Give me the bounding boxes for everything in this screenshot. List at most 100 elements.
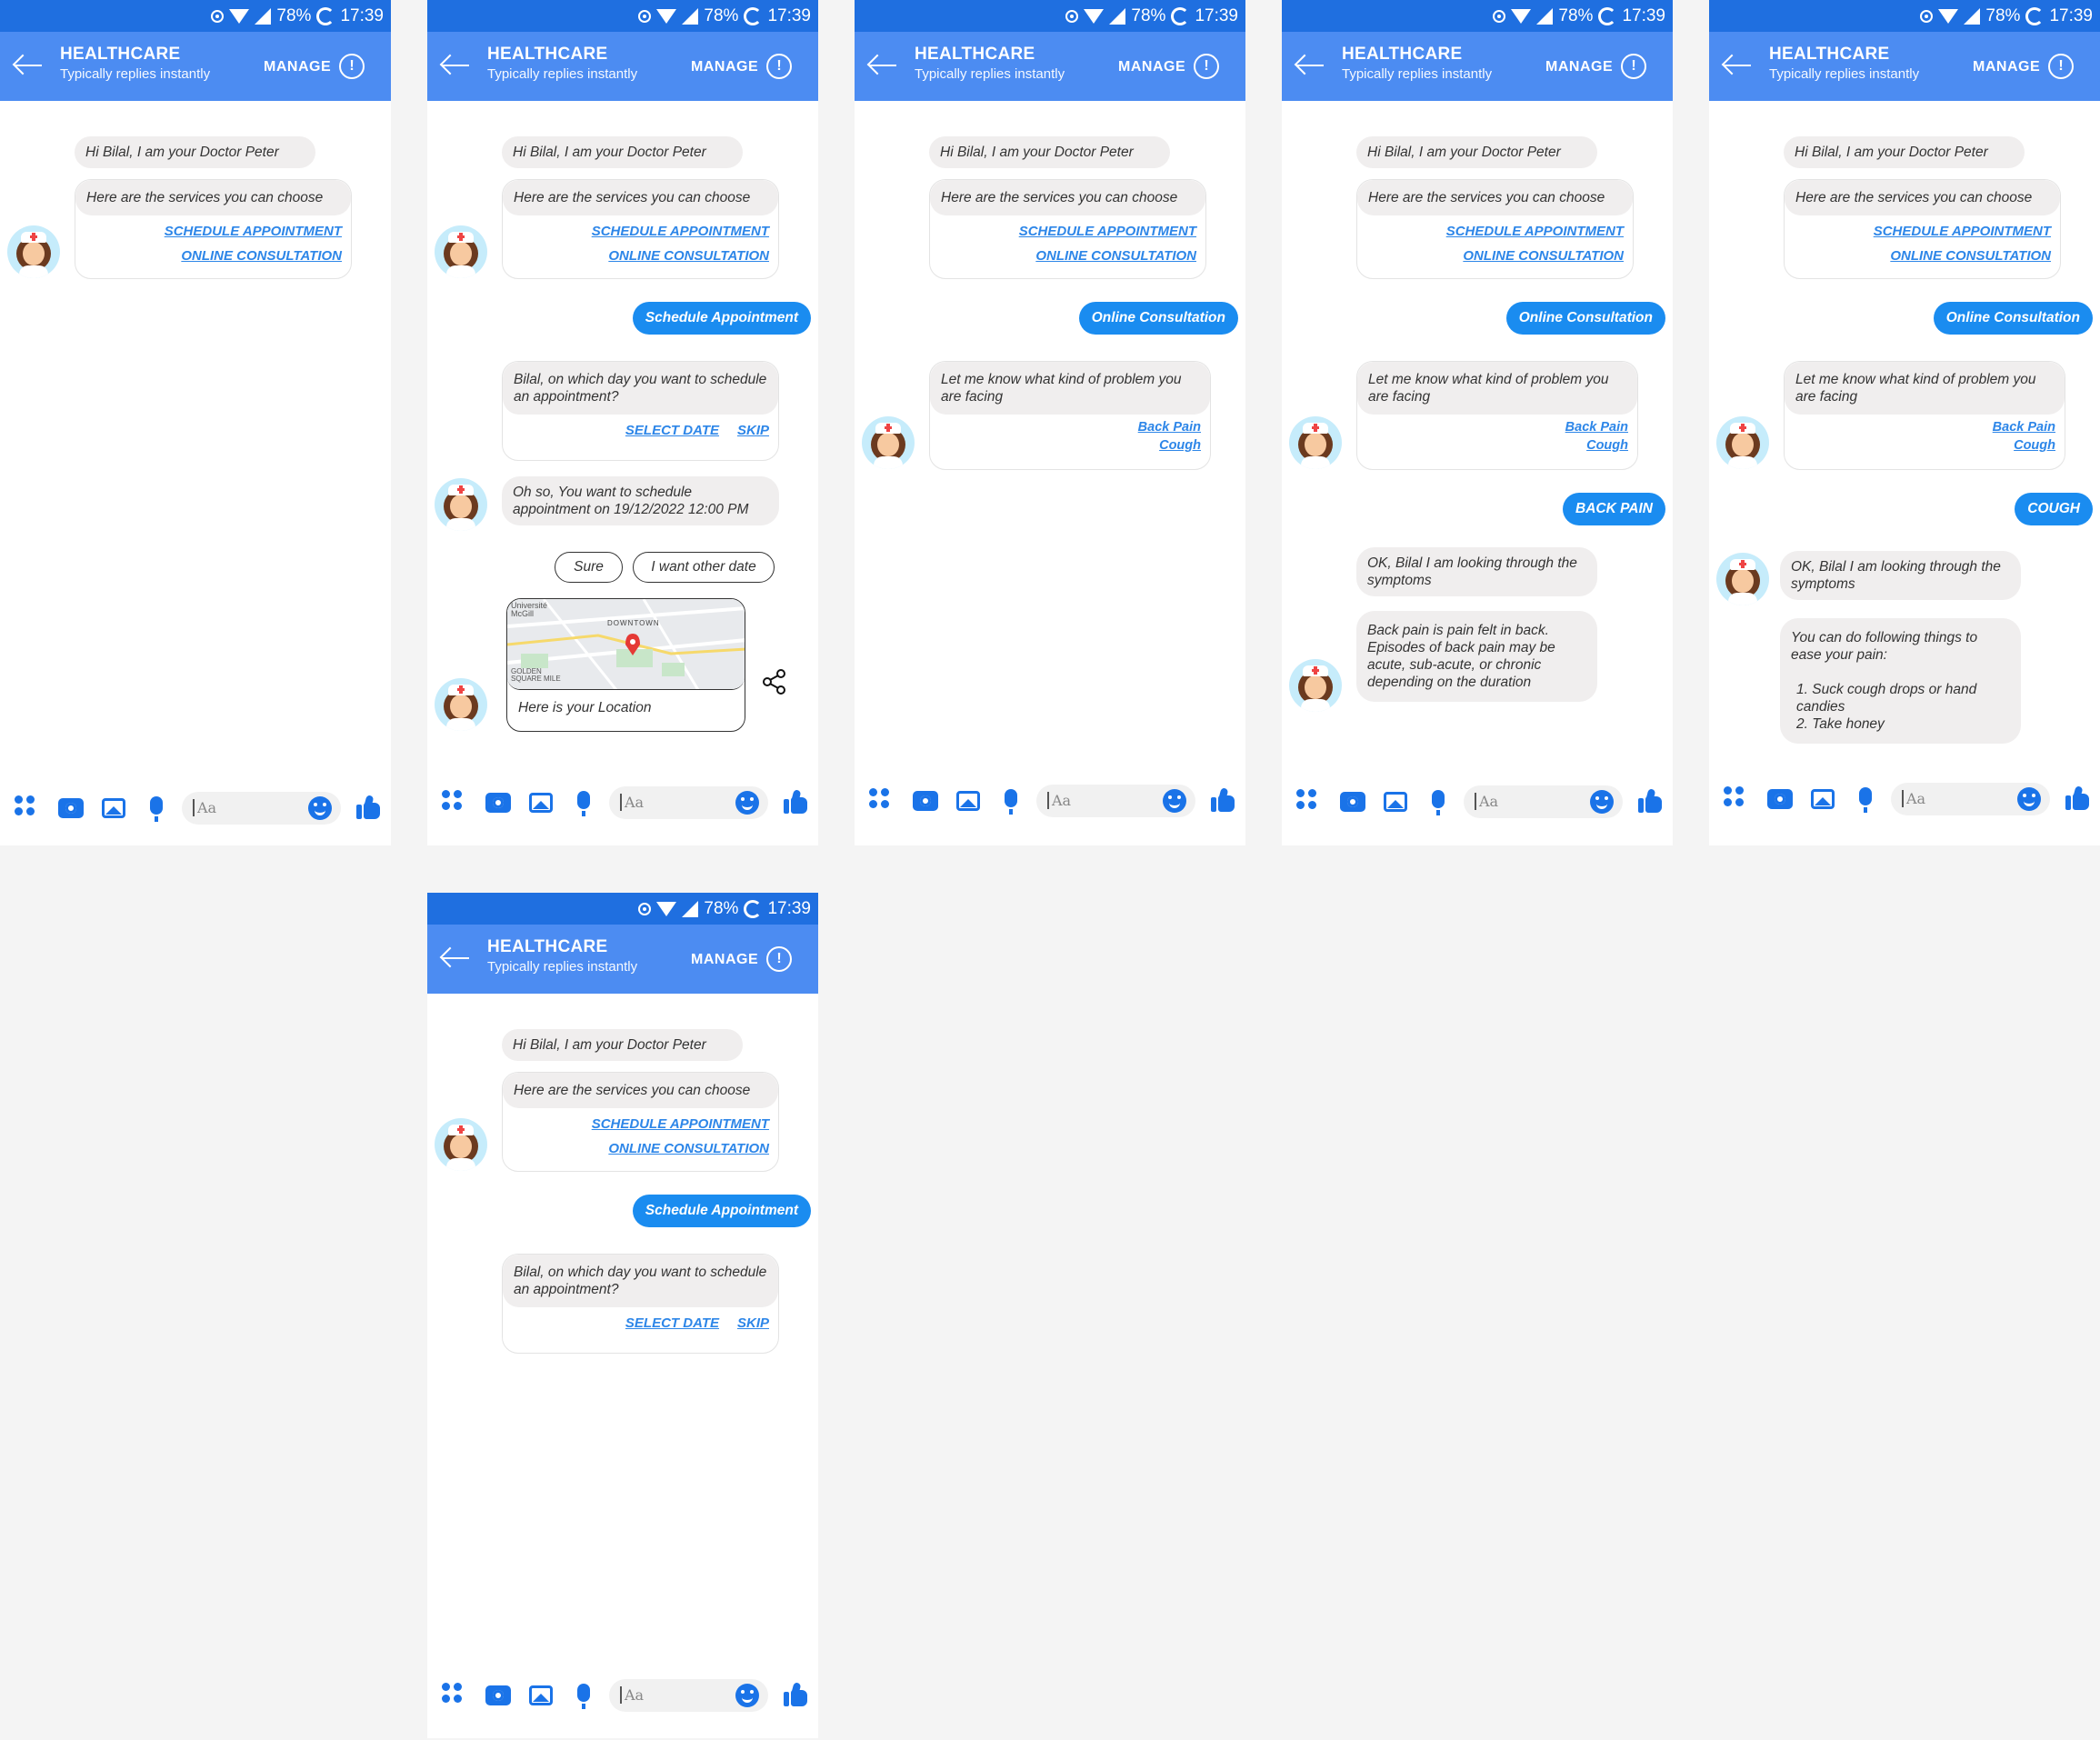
message-input[interactable]: Aa [609,1679,768,1712]
cough-option[interactable]: Cough [1366,436,1628,455]
info-icon[interactable]: ! [2048,54,2074,79]
camera-icon[interactable] [913,791,938,811]
services-prompt: Here are the services you can choose [1785,180,2060,215]
back-arrow-icon[interactable] [1720,52,1756,79]
bot-looking-symptoms: OK, Bilal I am looking through the sympt… [1356,547,1597,596]
message-placeholder: Aa [620,1686,644,1704]
manage-button[interactable]: MANAGE [1545,59,1613,75]
microphone-icon[interactable] [150,796,163,822]
skip-option[interactable]: SKIP [737,418,769,443]
battery-icon [2025,6,2045,25]
chat-subtitle: Typically replies instantly [1342,66,1493,82]
emoji-icon[interactable] [735,791,759,815]
cough-option[interactable]: Cough [939,436,1201,455]
back-arrow-icon[interactable] [438,52,475,79]
microphone-icon[interactable] [577,1684,590,1709]
message-input[interactable]: Aa [609,786,768,819]
like-icon[interactable] [1638,788,1662,813]
microphone-icon[interactable] [1859,787,1872,813]
manage-button[interactable]: MANAGE [1118,59,1185,75]
message-input[interactable]: Aa [1891,783,2050,815]
microphone-icon[interactable] [577,791,590,816]
schedule-appointment-option[interactable]: SCHEDULE APPOINTMENT [939,219,1196,244]
location-card[interactable]: Université McGill DOWNTOWN GOLDEN SQUARE… [506,598,745,732]
emoji-icon[interactable] [1590,790,1614,814]
manage-button[interactable]: MANAGE [1973,59,2040,75]
skip-option[interactable]: SKIP [737,1311,769,1335]
apps-icon[interactable] [442,1683,464,1705]
online-consultation-option[interactable]: ONLINE CONSULTATION [512,1136,769,1161]
emoji-icon[interactable] [1163,789,1186,813]
info-icon[interactable]: ! [766,54,792,79]
apps-icon[interactable] [442,790,464,812]
gallery-icon[interactable] [529,1685,553,1705]
gallery-icon[interactable] [102,798,125,818]
info-icon[interactable]: ! [339,54,365,79]
emoji-icon[interactable] [735,1684,759,1707]
apps-icon[interactable] [1296,789,1318,811]
message-input[interactable]: Aa [1464,785,1623,818]
camera-icon[interactable] [1767,789,1793,809]
info-icon[interactable]: ! [766,946,792,972]
back-pain-option[interactable]: Back Pain [939,418,1201,436]
message-input[interactable]: Aa [1036,785,1195,817]
bot-cough-tips: You can do following things to ease your… [1780,618,2021,744]
online-consultation-option[interactable]: ONLINE CONSULTATION [1794,244,2051,268]
back-pain-option[interactable]: Back Pain [1366,418,1628,436]
online-consultation-option[interactable]: ONLINE CONSULTATION [85,244,342,268]
gallery-icon[interactable] [956,791,980,811]
user-message-schedule: Schedule Appointment [632,1195,811,1227]
schedule-appointment-option[interactable]: SCHEDULE APPOINTMENT [512,1112,769,1136]
select-date-option[interactable]: SELECT DATE [625,418,719,443]
online-consultation-option[interactable]: ONLINE CONSULTATION [512,244,769,268]
schedule-appointment-option[interactable]: SCHEDULE APPOINTMENT [512,219,769,244]
microphone-icon[interactable] [1005,789,1017,815]
quick-reply-other-date[interactable]: I want other date [633,552,775,583]
cough-option[interactable]: Cough [1794,436,2055,455]
like-icon[interactable] [2065,785,2089,810]
back-arrow-icon[interactable] [865,52,902,79]
camera-icon[interactable] [485,793,511,813]
camera-icon[interactable] [58,798,84,818]
like-icon[interactable] [784,1682,807,1706]
emoji-icon[interactable] [308,796,332,820]
gallery-icon[interactable] [1811,789,1835,809]
online-consultation-option[interactable]: ONLINE CONSULTATION [1366,244,1624,268]
quick-reply-sure[interactable]: Sure [555,552,623,583]
schedule-appointment-option[interactable]: SCHEDULE APPOINTMENT [1794,219,2051,244]
apps-icon[interactable] [15,795,36,817]
chat-subtitle: Typically replies instantly [1769,66,1920,82]
chat-title: HEALTHCARE [487,45,608,64]
back-pain-option[interactable]: Back Pain [1794,418,2055,436]
manage-button[interactable]: MANAGE [691,952,758,968]
cough-tip-2: 2. Take honey [1796,716,1885,732]
gallery-icon[interactable] [1384,792,1407,812]
apps-icon[interactable] [869,788,891,810]
manage-button[interactable]: MANAGE [691,59,758,75]
back-arrow-icon[interactable] [11,52,47,79]
map-preview[interactable]: Université McGill DOWNTOWN GOLDEN SQUARE… [507,599,745,690]
like-icon[interactable] [784,789,807,814]
share-icon[interactable] [762,669,787,695]
like-icon[interactable] [356,795,380,819]
online-consultation-option[interactable]: ONLINE CONSULTATION [939,244,1196,268]
back-arrow-icon[interactable] [438,945,475,972]
select-date-option[interactable]: SELECT DATE [625,1311,719,1335]
microphone-icon[interactable] [1432,790,1445,815]
back-arrow-icon[interactable] [1293,52,1329,79]
schedule-appointment-option[interactable]: SCHEDULE APPOINTMENT [85,219,342,244]
schedule-appointment-option[interactable]: SCHEDULE APPOINTMENT [1366,219,1624,244]
like-icon[interactable] [1211,787,1235,812]
app-bar: HEALTHCARE Typically replies instantly M… [427,925,818,994]
message-input[interactable]: Aa [182,792,341,825]
camera-icon[interactable] [485,1685,511,1705]
info-icon[interactable]: ! [1194,54,1219,79]
bot-greeting: Hi Bilal, I am your Doctor Peter [502,136,743,168]
camera-icon[interactable] [1340,792,1365,812]
signal-icon [255,7,272,25]
manage-button[interactable]: MANAGE [264,59,331,75]
gallery-icon[interactable] [529,793,553,813]
info-icon[interactable]: ! [1621,54,1646,79]
apps-icon[interactable] [1724,786,1745,808]
emoji-icon[interactable] [2017,787,2041,811]
